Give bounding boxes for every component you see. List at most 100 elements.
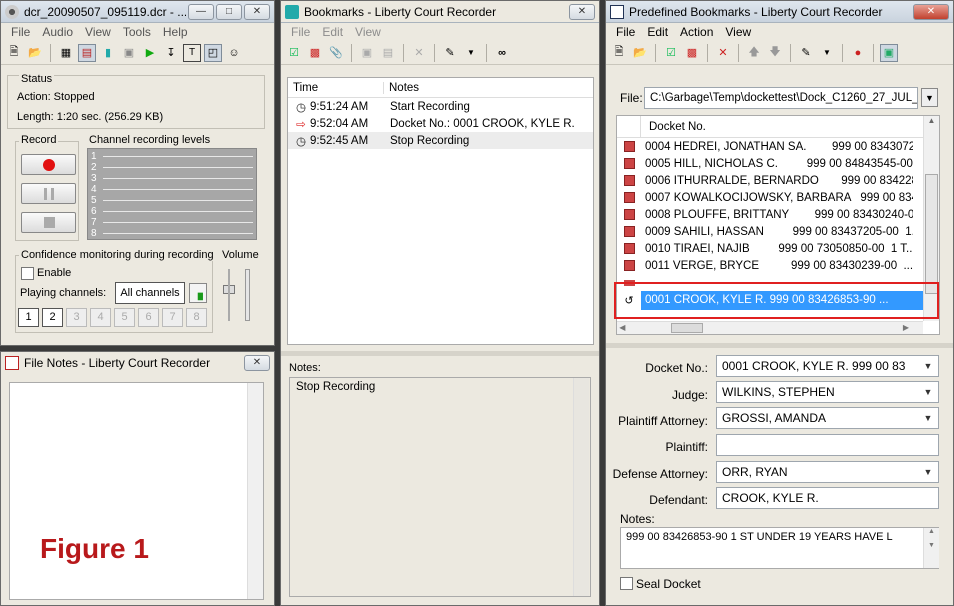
record-button[interactable] [21, 154, 76, 175]
all-channels-button[interactable]: All channels [115, 282, 185, 304]
channel-button-4[interactable]: 4 [90, 308, 111, 327]
open-folder-icon[interactable]: 📂 [631, 44, 649, 62]
docket-notes-textarea[interactable]: 999 00 83426853-90 1 ST UNDER 19 YEARS H… [620, 527, 939, 569]
volume-slider-track[interactable] [245, 269, 250, 321]
camera-icon[interactable]: ▣ [120, 44, 138, 62]
binoculars-icon[interactable]: ∞ [493, 44, 511, 62]
pause-button[interactable] [21, 183, 76, 204]
add-bookmark-icon[interactable]: ▩ [683, 44, 701, 62]
new-file-icon[interactable]: 🗎 [5, 44, 23, 62]
defense-attorney-field[interactable]: ORR, RYAN ▼ [716, 461, 939, 483]
menu-file[interactable]: File [291, 25, 310, 39]
attach-icon[interactable]: 📎 [327, 44, 345, 62]
file-notes-scrollbar[interactable] [247, 383, 263, 599]
file-dropdown-button[interactable]: ▼ [921, 88, 938, 107]
channel-button-6[interactable]: 6 [138, 308, 159, 327]
bookmark-notes-textarea[interactable]: Stop Recording [289, 377, 591, 597]
paste-icon[interactable]: ▤ [379, 44, 397, 62]
bookmark-notes-scrollbar[interactable] [573, 378, 589, 596]
docket-row[interactable]: 0005 HILL, NICHOLAS C. 999 00 84843545-0… [617, 155, 939, 172]
close-button[interactable]: ✕ [244, 355, 270, 371]
menu-action[interactable]: Action [680, 25, 713, 39]
delete-icon[interactable]: ✕ [714, 44, 732, 62]
chevron-down-icon[interactable]: ▼ [920, 358, 936, 374]
record-docket-icon[interactable]: ● [849, 44, 867, 62]
defendant-field[interactable]: CROOK, KYLE R. [716, 487, 939, 509]
levels-bars-icon[interactable]: ▗ [189, 283, 207, 303]
chevron-down-icon[interactable]: ▼ [920, 464, 936, 480]
edit-pen-icon[interactable]: ✎ [797, 44, 815, 62]
new-file-icon[interactable]: 🗎 [610, 44, 628, 62]
channel-button-7[interactable]: 7 [162, 308, 183, 327]
menu-file[interactable]: File [11, 25, 30, 39]
enable-checkbox[interactable] [21, 267, 34, 280]
chevron-down-icon[interactable]: ▼ [462, 44, 480, 62]
channel-button-8[interactable]: 8 [186, 308, 207, 327]
panel-icon[interactable]: ▣ [880, 43, 898, 62]
channel-button-5[interactable]: 5 [114, 308, 135, 327]
check-icon[interactable]: ☑ [285, 44, 303, 62]
stop-button[interactable] [21, 212, 76, 233]
menu-view[interactable]: View [725, 25, 751, 39]
splitter[interactable] [281, 351, 599, 356]
edit-pen-icon[interactable]: ✎ [441, 44, 459, 62]
docket-row[interactable]: 0006 ITHURRALDE, BERNARDO 999 00 834228.… [617, 172, 939, 189]
open-folder-icon[interactable]: 📂 [26, 44, 44, 62]
docket-row[interactable]: 0010 TIRAEI, NAJIB 999 00 73050850-00 1 … [617, 240, 939, 257]
menu-help[interactable]: Help [163, 25, 188, 39]
judge-field[interactable]: WILKINS, STEPHEN ▼ [716, 381, 939, 403]
docket-hscrollbar[interactable]: ◀ ▶ [617, 321, 923, 334]
seal-docket-checkbox[interactable] [620, 577, 633, 590]
bookmark-row[interactable]: ⇨ 9:52:04 AM Docket No.: 0001 CROOK, KYLE … [288, 115, 593, 132]
docket-row[interactable]: 0007 KOWALKOCIJOWSKY, BARBARA 999 00 834… [617, 189, 939, 206]
download-icon[interactable]: ↧ [162, 44, 180, 62]
close-button[interactable]: ✕ [913, 3, 949, 20]
menu-tools[interactable]: Tools [123, 25, 151, 39]
maximize-button[interactable]: □ [216, 3, 242, 20]
copy-icon[interactable]: ▣ [358, 44, 376, 62]
close-button[interactable]: ✕ [569, 3, 595, 20]
users-icon[interactable]: ☺ [225, 44, 243, 62]
menu-audio[interactable]: Audio [42, 25, 73, 39]
menu-file[interactable]: File [616, 25, 635, 39]
column-time[interactable]: Time [288, 81, 384, 94]
menu-edit[interactable]: Edit [322, 25, 343, 39]
notes-icon[interactable]: ▤ [78, 43, 96, 62]
menu-view[interactable]: View [85, 25, 111, 39]
properties-icon[interactable]: ▦ [57, 44, 75, 62]
bookmark-icon[interactable]: ▮ [99, 44, 117, 62]
column-notes[interactable]: Notes [384, 82, 419, 94]
menu-edit[interactable]: Edit [647, 25, 668, 39]
delete-icon[interactable]: ✕ [410, 44, 428, 62]
docket-no-field[interactable]: 0001 CROOK, KYLE R. 999 00 83 ▼ [716, 355, 939, 377]
column-docket-no[interactable]: Docket No. [641, 121, 706, 133]
chevron-down-icon[interactable]: ▼ [920, 410, 936, 426]
channel-button-2[interactable]: 2 [42, 308, 63, 327]
chevron-down-icon[interactable]: ▼ [920, 384, 936, 400]
text-icon[interactable]: T [183, 43, 201, 62]
add-bookmark-icon[interactable]: ▩ [306, 44, 324, 62]
close-button[interactable]: ✕ [244, 3, 270, 20]
file-path-field[interactable]: C:\Garbage\Temp\dockettest\Dock_C1260_27… [644, 87, 918, 109]
docket-notes-scrollbar[interactable]: ▲ ▼ [923, 528, 939, 568]
docket-row[interactable]: 0004 HEDREI, JONATHAN SA. 999 00 8343072… [617, 138, 939, 155]
play-icon[interactable]: ▶ [141, 44, 159, 62]
chevron-down-icon[interactable]: ▼ [818, 44, 836, 62]
check-icon[interactable]: ☑ [662, 44, 680, 62]
windows-icon[interactable]: ◰ [204, 43, 222, 62]
docket-row[interactable]: 0011 VERGE, BRYCE 999 00 83430239-00 ... [617, 257, 939, 274]
menu-view[interactable]: View [355, 25, 381, 39]
splitter[interactable] [606, 343, 953, 348]
plaintiff-field[interactable] [716, 434, 939, 456]
arrow-up-icon[interactable]: 🡅 [745, 44, 763, 62]
docket-row[interactable]: 0008 PLOUFFE, BRITTANY 999 00 83430240-0… [617, 206, 939, 223]
docket-row[interactable]: 0009 SAHILI, HASSAN 999 00 83437205-00 1… [617, 223, 939, 240]
bookmark-row[interactable]: ◷ 9:52:45 AM Stop Recording [288, 132, 593, 149]
plaintiff-attorney-field[interactable]: GROSSI, AMANDA ▼ [716, 407, 939, 429]
file-notes-textarea[interactable] [9, 382, 264, 600]
channel-button-3[interactable]: 3 [66, 308, 87, 327]
bookmark-row[interactable]: ◷ 9:51:24 AM Start Recording [288, 98, 593, 115]
arrow-down-icon[interactable]: 🡇 [766, 44, 784, 62]
channel-button-1[interactable]: 1 [18, 308, 39, 327]
minimize-button[interactable]: — [188, 3, 214, 20]
